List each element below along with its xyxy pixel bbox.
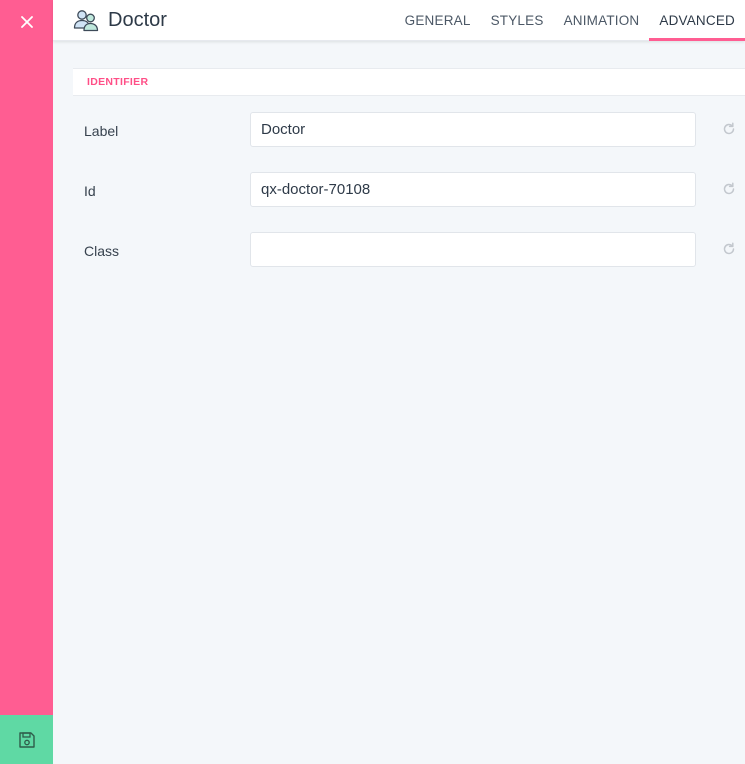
label-input[interactable] bbox=[250, 112, 696, 147]
save-button[interactable] bbox=[0, 715, 53, 764]
tab-general[interactable]: GENERAL bbox=[395, 0, 481, 40]
reset-icon[interactable] bbox=[721, 181, 737, 197]
tab-styles[interactable]: STYLES bbox=[481, 0, 554, 40]
section-header: IDENTIFIER bbox=[73, 68, 745, 96]
page-title: Doctor bbox=[108, 8, 167, 31]
header-bar: Doctor GENERAL STYLES ANIMATION ADVANCED bbox=[53, 0, 745, 41]
id-input[interactable] bbox=[250, 172, 696, 207]
app-window: Doctor GENERAL STYLES ANIMATION ADVANCED… bbox=[0, 0, 745, 764]
save-icon bbox=[18, 731, 36, 749]
field-row-label: Label bbox=[73, 112, 745, 147]
field-label: Class bbox=[84, 243, 120, 259]
close-icon bbox=[20, 16, 33, 28]
class-input[interactable] bbox=[250, 232, 696, 267]
field-label: Id bbox=[84, 183, 96, 199]
field-row-id: Id bbox=[73, 172, 745, 207]
doctor-icon bbox=[73, 8, 99, 32]
field-label: Label bbox=[84, 123, 119, 139]
reset-icon[interactable] bbox=[721, 241, 737, 257]
tab-animation[interactable]: ANIMATION bbox=[554, 0, 650, 40]
field-row-class: Class bbox=[73, 232, 745, 267]
tab-advanced[interactable]: ADVANCED bbox=[649, 0, 745, 41]
section-title: IDENTIFIER bbox=[87, 76, 149, 88]
title-area: Doctor bbox=[73, 0, 167, 40]
tab-bar: GENERAL STYLES ANIMATION ADVANCED bbox=[395, 0, 745, 41]
close-button[interactable] bbox=[0, 0, 53, 44]
left-sidebar bbox=[0, 0, 53, 764]
reset-icon[interactable] bbox=[721, 121, 737, 137]
